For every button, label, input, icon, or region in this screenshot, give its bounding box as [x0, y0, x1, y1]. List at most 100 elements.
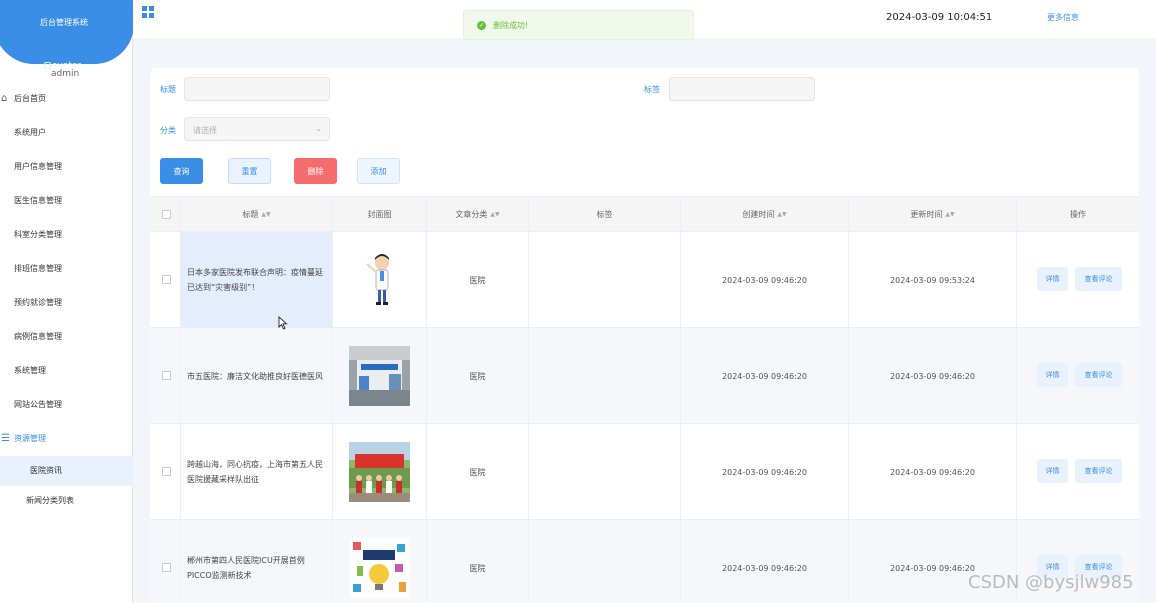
sidebar-item-department[interactable]: 科室分类管理: [0, 218, 133, 252]
actions-cell: 详情 查看评论: [1017, 232, 1139, 328]
menu-toggle-icon[interactable]: [142, 6, 155, 19]
row-checkbox[interactable]: [162, 371, 171, 380]
broken-image-icon: [44, 62, 51, 69]
header-created[interactable]: 创建时间 ▲▼: [681, 197, 849, 233]
sidebar-item-label: 预约就诊管理: [14, 298, 62, 307]
header-updated[interactable]: 更新时间 ▲▼: [849, 197, 1017, 233]
row-checkbox-cell: [150, 328, 181, 424]
tag-label: 标签: [644, 85, 660, 94]
tag-input[interactable]: [669, 77, 815, 101]
category-cell: 医院: [427, 328, 529, 424]
sidebar-item-home[interactable]: ⌂ 后台首页: [0, 82, 133, 116]
sidebar-item-label: 排班信息管理: [14, 264, 62, 273]
username: admin: [51, 69, 80, 79]
delete-button[interactable]: 删除: [294, 158, 337, 184]
more-info-link[interactable]: 更多信息: [1047, 12, 1079, 23]
cover-cell: [333, 424, 427, 520]
title-input[interactable]: [184, 77, 330, 101]
header-label: 标签: [596, 210, 613, 219]
created-cell: 2024-03-09 09:46:20: [681, 328, 849, 424]
sidebar-item-label: 医生信息管理: [14, 196, 62, 205]
header-cover: 封面图: [333, 197, 427, 233]
table-header: 标题 ▲▼ 封面图 文章分类 ▲▼ 标签 创建时间 ▲▼ 更新时间 ▲▼ 操作: [150, 196, 1139, 233]
success-toast: ✓ 删除成功!: [463, 10, 694, 40]
reset-button[interactable]: 重置: [228, 158, 271, 184]
watermark: CSDN @bysjlw985: [968, 572, 1134, 593]
detail-button[interactable]: 详情: [1037, 267, 1068, 291]
sidebar-item-system[interactable]: 系统管理: [0, 354, 133, 388]
sidebar-item-doctor-info[interactable]: 医生信息管理: [0, 184, 133, 218]
detail-button[interactable]: 详情: [1037, 459, 1068, 483]
sidebar-item-case[interactable]: 病例信息管理: [0, 320, 133, 354]
sort-icon: ▲▼: [945, 211, 955, 218]
sidebar-menu: ⌂ 后台首页 系统用户 用户信息管理 医生信息管理 科室分类管理 排班信息管理 …: [0, 82, 133, 516]
header-label: 文章分类: [455, 210, 488, 219]
main-card: 标题 标签 分类 请选择 ⌄ 查询 重置 删除 添加 标题 ▲▼ 封面图 文章分类…: [150, 68, 1139, 603]
sidebar-item-label: 新闻分类列表: [26, 496, 74, 505]
add-button[interactable]: 添加: [357, 158, 400, 184]
header-title[interactable]: 标题 ▲▼: [181, 197, 333, 233]
view-comments-button[interactable]: 查看评论: [1075, 267, 1122, 291]
title-cell: 跨越山海，同心抗疫，上海市第五人民医院援藏采样队出征: [181, 424, 333, 520]
query-button[interactable]: 查询: [160, 158, 203, 184]
header-label: 更新时间: [910, 210, 943, 219]
sidebar-subitem-news-category[interactable]: 新闻分类列表: [0, 486, 133, 516]
view-comments-button[interactable]: 查看评论: [1075, 363, 1122, 387]
tag-cell: [529, 424, 681, 520]
header-tag: 标签: [529, 197, 681, 233]
list-icon: ☰: [1, 433, 10, 444]
row-checkbox-cell: [150, 520, 181, 603]
tag-cell: [529, 232, 681, 328]
sidebar-subitem-hospital-news[interactable]: 医院资讯: [0, 456, 133, 486]
table-row: 市五医院：廉洁文化助推良好医德医风 医院 2024-03-09 09:46:20…: [150, 328, 1139, 424]
header-label: 操作: [1070, 210, 1086, 219]
created-cell: 2024-03-09 09:46:20: [681, 424, 849, 520]
row-checkbox-cell: [150, 424, 181, 520]
sidebar-item-label: 后台首页: [14, 94, 46, 103]
cover-image-hall: [349, 346, 410, 406]
sidebar: 后台管理系统 avatar admin ⌂ 后台首页 系统用户 用户信息管理 医…: [0, 0, 134, 603]
sidebar-item-appointment[interactable]: 预约就诊管理: [0, 286, 133, 320]
sidebar-group-resources[interactable]: ☰ 资源管理: [0, 422, 133, 456]
row-checkbox[interactable]: [162, 563, 171, 572]
detail-button[interactable]: 详情: [1037, 363, 1068, 387]
category-cell: 医院: [427, 520, 529, 603]
home-icon: ⌂: [1, 93, 8, 104]
view-comments-button[interactable]: 查看评论: [1075, 459, 1122, 483]
sort-icon: ▲▼: [777, 211, 787, 218]
select-all-checkbox[interactable]: [162, 210, 171, 219]
sidebar-item-label: 科室分类管理: [14, 230, 62, 239]
cover-image-learn: [349, 538, 410, 598]
chevron-down-icon: ⌄: [315, 124, 322, 133]
mouse-cursor-icon: [278, 315, 288, 332]
sort-icon: ▲▼: [261, 211, 271, 218]
row-checkbox[interactable]: [162, 275, 171, 284]
brand-title: 后台管理系统: [40, 18, 88, 27]
sidebar-item-label: 病例信息管理: [14, 332, 62, 341]
cover-cell: [333, 328, 427, 424]
sort-icon: ▲▼: [490, 211, 500, 218]
sidebar-item-announcement[interactable]: 网站公告管理: [0, 388, 133, 422]
header-label: 封面图: [367, 210, 392, 219]
updated-cell: 2024-03-09 09:53:24: [849, 232, 1017, 328]
title-cell: 日本多家医院发布联合声明：疫情蔓延已达到“灾害级别”！: [181, 232, 333, 328]
sidebar-item-system-users[interactable]: 系统用户: [0, 116, 133, 150]
cover-image-team: [349, 442, 410, 502]
sidebar-item-user-info[interactable]: 用户信息管理: [0, 150, 133, 184]
header-category[interactable]: 文章分类 ▲▼: [427, 197, 529, 233]
sidebar-item-label: 系统用户: [14, 128, 46, 137]
tag-cell: [529, 520, 681, 603]
category-select[interactable]: 请选择 ⌄: [184, 117, 330, 141]
sidebar-item-label: 网站公告管理: [14, 400, 62, 409]
table-row: 跨越山海，同心抗疫，上海市第五人民医院援藏采样队出征 医院 2024-03-09…: [150, 424, 1139, 520]
sidebar-item-label: 系统管理: [14, 366, 46, 375]
sidebar-item-schedule[interactable]: 排班信息管理: [0, 252, 133, 286]
category-cell: 医院: [427, 232, 529, 328]
success-check-icon: ✓: [477, 21, 486, 30]
row-checkbox[interactable]: [162, 467, 171, 476]
title-cell: 市五医院：廉洁文化助推良好医德医风: [181, 328, 333, 424]
category-cell: 医院: [427, 424, 529, 520]
sidebar-item-label: 资源管理: [14, 434, 46, 443]
actions-cell: 详情 查看评论: [1017, 424, 1139, 520]
header-label: 创建时间: [742, 210, 775, 219]
